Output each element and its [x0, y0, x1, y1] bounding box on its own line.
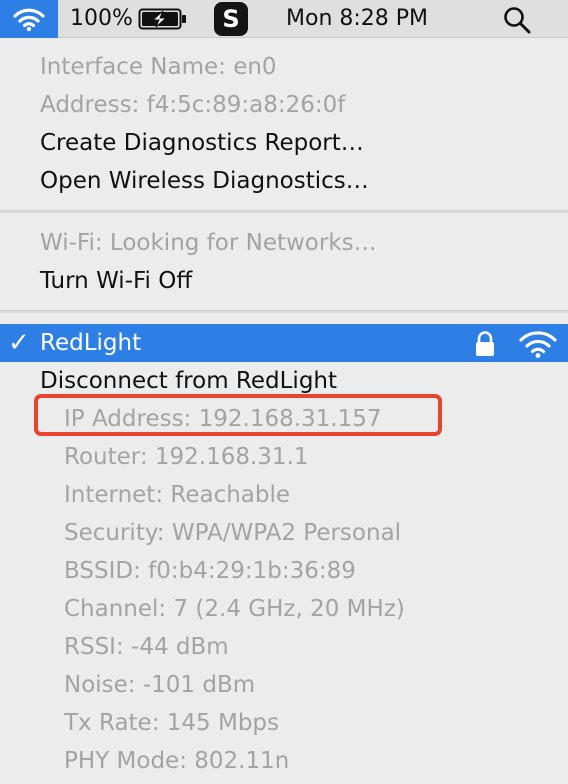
disconnect-item[interactable]: Disconnect from RedLight: [40, 362, 337, 400]
ip-address-info: IP Address: 192.168.31.157: [64, 406, 382, 432]
app-status-icon[interactable]: S: [214, 2, 248, 36]
network-item-redlight[interactable]: ✓ RedLight: [0, 324, 568, 362]
internet-status-info: Internet: Reachable: [64, 482, 291, 508]
wifi-signal-icon: [519, 331, 557, 358]
battery-charging-icon[interactable]: [138, 7, 188, 31]
bssid-info: BSSID: f0:b4:29:1b:36:89: [64, 558, 356, 584]
open-wireless-diagnostics-item[interactable]: Open Wireless Diagnostics…: [40, 162, 369, 200]
turn-wifi-off-item[interactable]: Turn Wi-Fi Off: [40, 262, 192, 300]
wifi-icon: [13, 8, 45, 32]
battery-percentage: 100%: [70, 6, 133, 31]
checkmark-icon: ✓: [8, 328, 30, 358]
menu-bar: 100% S Mon 8:28 PM: [0, 0, 568, 38]
magnifier-icon[interactable]: [502, 5, 532, 35]
lock-icon: [476, 331, 494, 356]
wifi-status-info: Wi-Fi: Looking for Networks…: [40, 230, 377, 256]
interface-name-info: Interface Name: en0: [40, 54, 277, 80]
create-diagnostics-report-item[interactable]: Create Diagnostics Report…: [40, 124, 364, 162]
network-name: RedLight: [40, 330, 142, 356]
channel-info: Channel: 7 (2.4 GHz, 20 MHz): [64, 596, 405, 622]
tx-rate-info: Tx Rate: 145 Mbps: [64, 710, 280, 736]
rssi-info: RSSI: -44 dBm: [64, 634, 229, 660]
noise-info: Noise: -101 dBm: [64, 672, 256, 698]
wifi-dropdown-menu: Interface Name: en0 Address: f4:5c:89:a8…: [0, 38, 568, 784]
menu-separator: [0, 310, 568, 313]
phy-mode-info: PHY Mode: 802.11n: [64, 748, 290, 774]
mac-address-info: Address: f4:5c:89:a8:26:0f: [40, 92, 346, 118]
router-info: Router: 192.168.31.1: [64, 444, 309, 470]
security-info: Security: WPA/WPA2 Personal: [64, 520, 402, 546]
menu-separator: [0, 210, 568, 213]
menu-bar-clock[interactable]: Mon 8:28 PM: [286, 0, 428, 38]
wifi-menu-icon[interactable]: [0, 0, 58, 38]
